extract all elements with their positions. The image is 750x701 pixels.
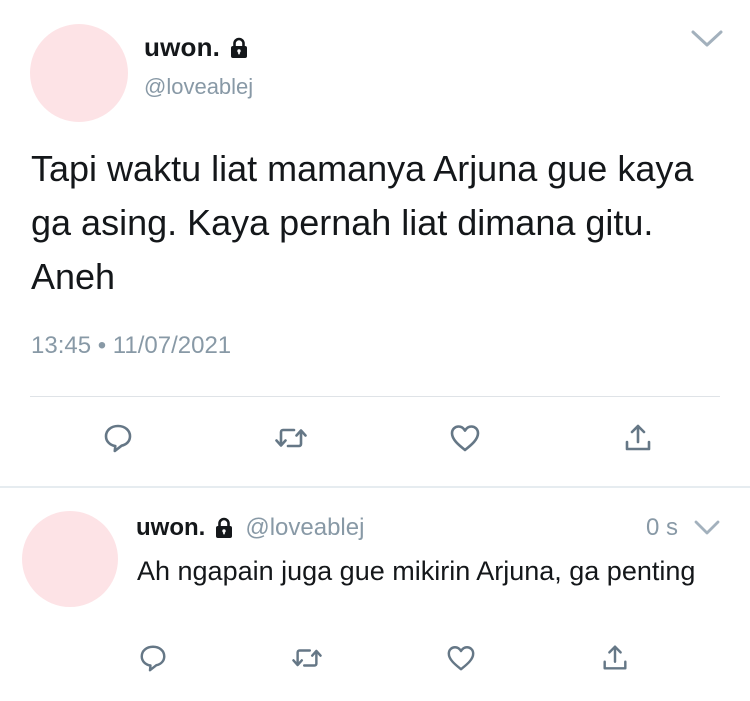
- share-icon: [622, 422, 654, 459]
- tweet-text: Tapi waktu liat mamanya Arjuna gue kaya …: [31, 148, 694, 297]
- retweet-icon: [290, 643, 324, 678]
- reply-icon: [138, 643, 168, 678]
- retweet-icon: [273, 422, 309, 459]
- like-icon: [448, 422, 482, 459]
- author-name-row: uwon.: [144, 32, 250, 63]
- like-button[interactable]: [445, 420, 485, 460]
- chevron-down-icon[interactable]: [690, 28, 724, 50]
- share-icon: [600, 643, 630, 678]
- share-button[interactable]: [596, 641, 634, 679]
- share-button[interactable]: [618, 420, 658, 460]
- display-name[interactable]: uwon.: [136, 514, 205, 542]
- lock-icon: [228, 37, 250, 59]
- tweet-text: Ah ngapain juga gue mikirin Arjuna, ga p…: [137, 556, 696, 586]
- reply-button[interactable]: [134, 641, 172, 679]
- like-icon: [445, 643, 477, 678]
- like-button[interactable]: [442, 641, 480, 679]
- timestamp[interactable]: 13:45 • 11/07/2021: [31, 332, 231, 360]
- reply-icon: [102, 422, 134, 459]
- avatar[interactable]: [30, 24, 128, 122]
- display-name[interactable]: uwon.: [144, 32, 220, 63]
- main-tweet: uwon. @loveablej Tapi waktu liat mamanya…: [0, 0, 750, 488]
- action-bar: [134, 641, 634, 679]
- relative-time[interactable]: 0 s: [646, 514, 678, 542]
- handle[interactable]: @loveablej: [245, 514, 364, 542]
- handle[interactable]: @loveablej: [144, 74, 253, 100]
- chevron-down-icon[interactable]: [693, 518, 721, 537]
- lock-icon: [213, 517, 235, 539]
- section-divider: [0, 486, 750, 488]
- reply-header: uwon. @loveablej: [136, 514, 364, 542]
- divider: [30, 396, 720, 397]
- retweet-button[interactable]: [288, 641, 326, 679]
- reply-button[interactable]: [98, 420, 138, 460]
- action-bar: [98, 420, 658, 460]
- avatar[interactable]: [22, 511, 118, 607]
- retweet-button[interactable]: [271, 420, 311, 460]
